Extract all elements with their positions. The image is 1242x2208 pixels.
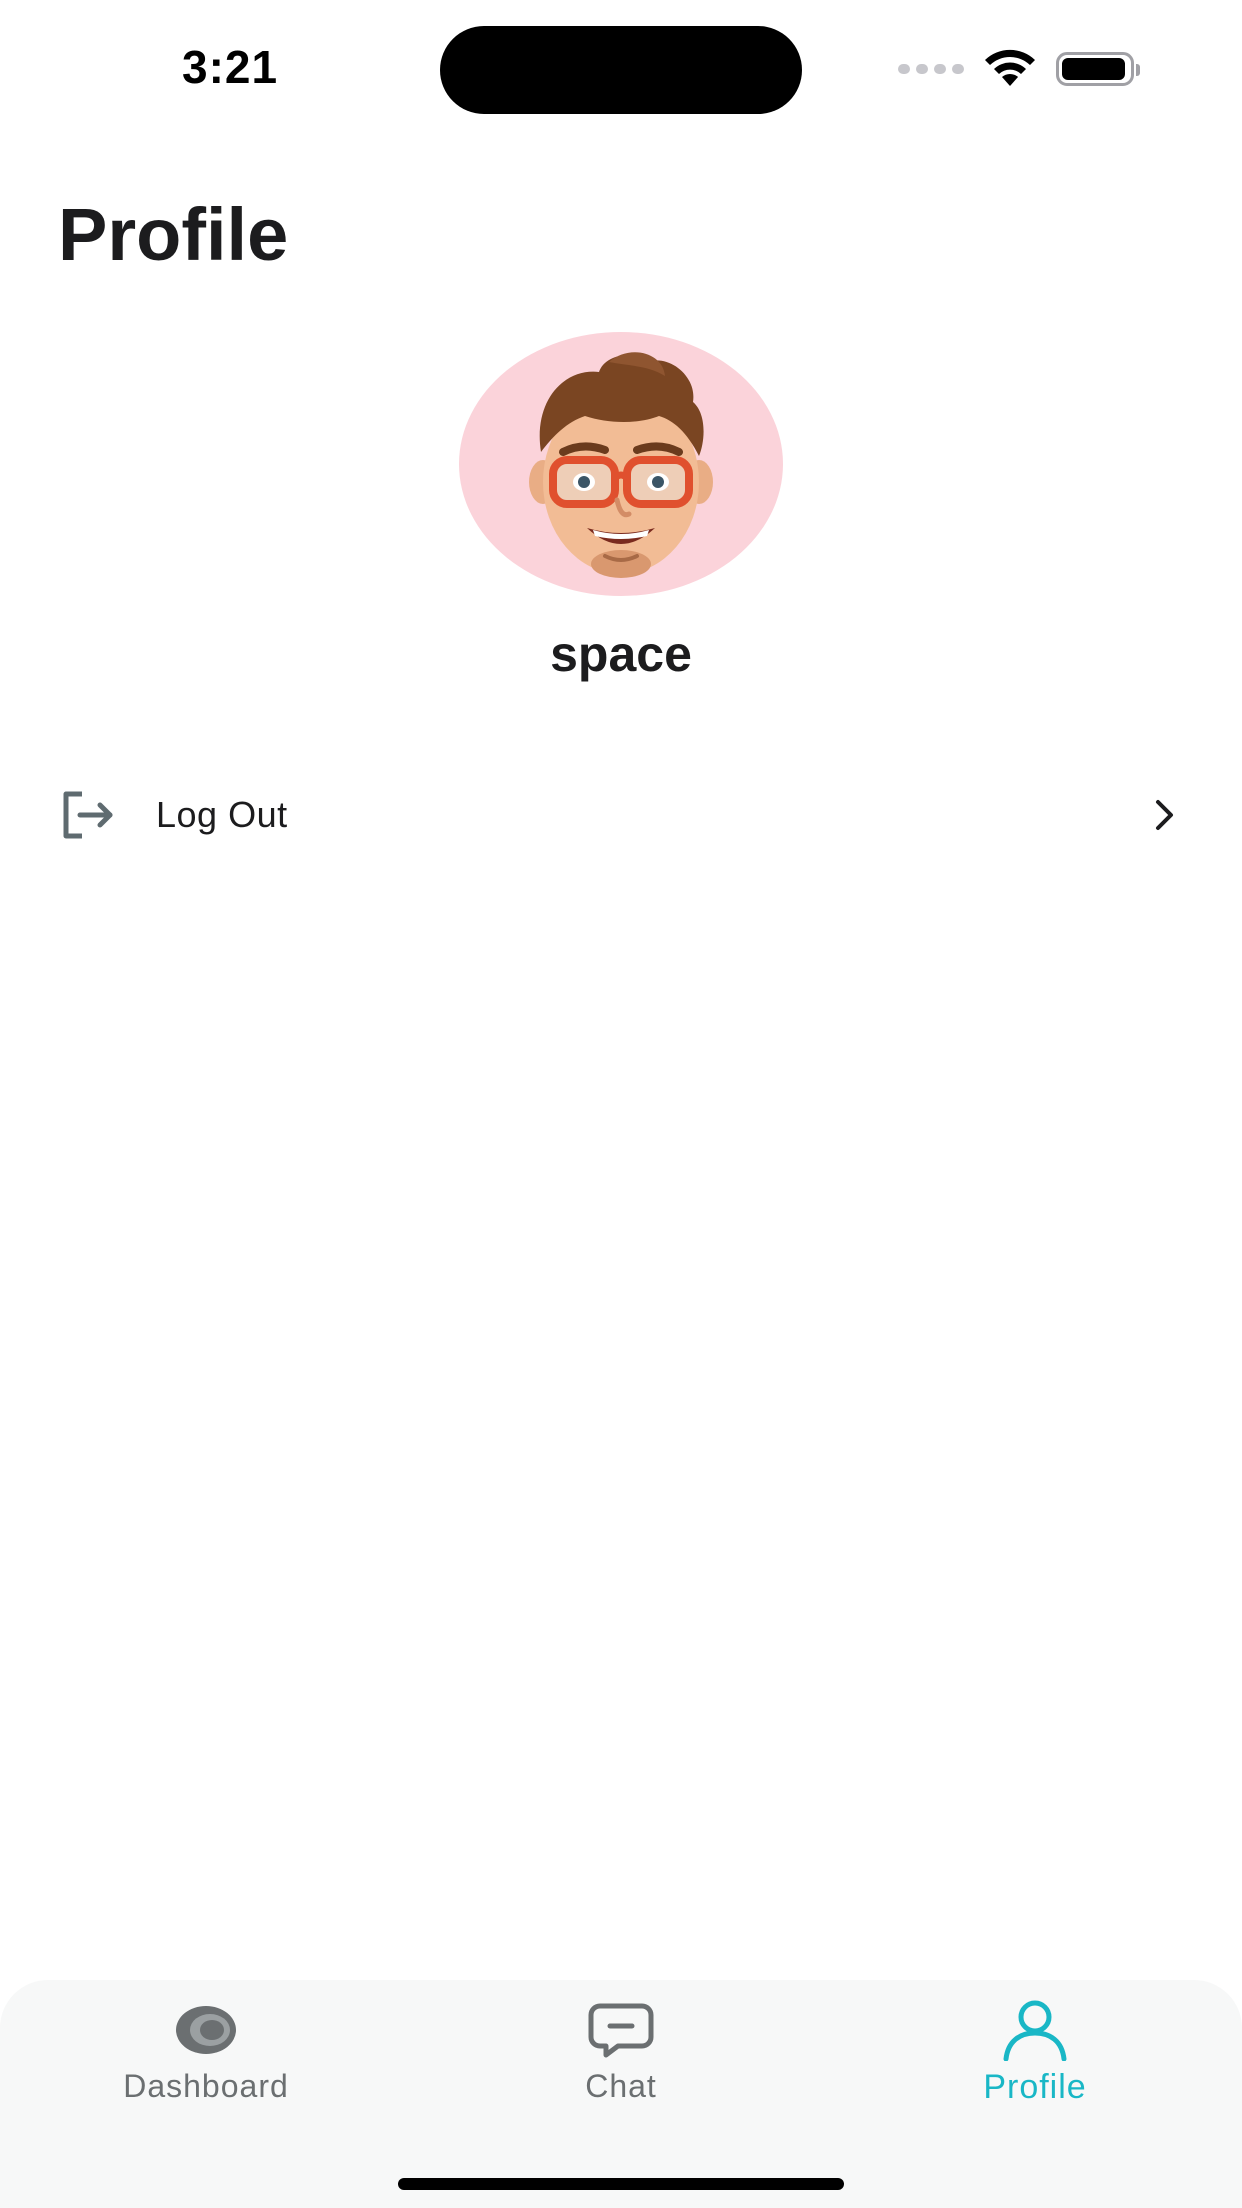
- chevron-right-icon: [1144, 795, 1184, 835]
- tab-chat[interactable]: Chat: [471, 2000, 771, 2120]
- tab-dashboard[interactable]: Dashboard: [56, 2000, 356, 2120]
- dynamic-island: [440, 26, 802, 114]
- dashboard-icon: [171, 2000, 241, 2060]
- tab-chat-label: Chat: [585, 2068, 657, 2104]
- tab-profile[interactable]: Profile: [885, 2000, 1185, 2120]
- username: space: [550, 626, 692, 682]
- battery-icon: [1056, 52, 1140, 86]
- tab-bar: Dashboard Chat Profile: [0, 1980, 1242, 2208]
- status-time: 3:21: [182, 41, 279, 93]
- memoji-avatar-icon: [529, 352, 713, 578]
- tab-dashboard-label: Dashboard: [123, 2068, 289, 2104]
- home-indicator: [398, 2178, 844, 2190]
- status-bar: 3:21: [0, 0, 1242, 140]
- logout-icon: [58, 789, 118, 841]
- status-indicators: [898, 46, 1140, 93]
- logout-label: Log Out: [156, 794, 288, 835]
- person-icon: [1000, 2000, 1070, 2061]
- logout-row[interactable]: Log Out: [58, 775, 1184, 855]
- page-title: Profile: [58, 193, 289, 276]
- cellular-signal-icon: [898, 64, 964, 74]
- wifi-icon: [982, 46, 1038, 93]
- tab-profile-label: Profile: [983, 2068, 1087, 2106]
- avatar[interactable]: [459, 332, 783, 596]
- chat-icon: [586, 2000, 656, 2060]
